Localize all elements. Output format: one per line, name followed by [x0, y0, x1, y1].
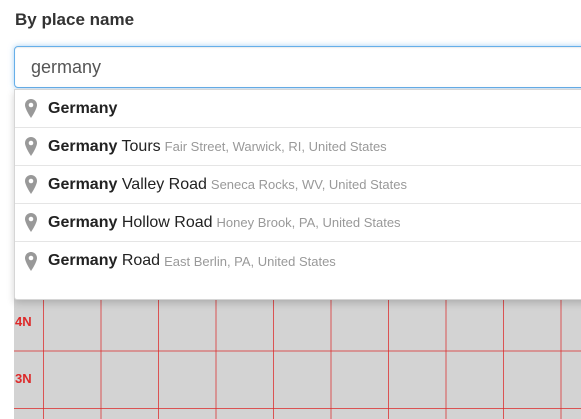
suggestion-detail: Seneca Rocks, WV, United States	[210, 177, 407, 192]
suggestion-match: Germany	[48, 213, 118, 231]
suggestion-match: Germany	[48, 99, 118, 117]
suggestion-name: Germany Valley Road	[48, 176, 207, 194]
suggestion-name: Germany Tours	[48, 138, 161, 156]
suggestion-match: Germany	[48, 137, 118, 155]
suggestion-rest: Hollow Road	[117, 213, 213, 231]
suggestion-match: Germany	[48, 175, 118, 193]
map-pin-icon	[25, 251, 37, 271]
suggestion-item[interactable]: Germany	[15, 90, 581, 128]
section-label: By place name	[15, 10, 135, 29]
suggestion-name: Germany	[48, 100, 117, 118]
grid-label-3n: 3N	[15, 371, 32, 386]
suggestion-item[interactable]: Germany Road East Berlin, PA, United Sta…	[15, 242, 581, 280]
map-area[interactable]: 4N 3N	[14, 290, 581, 419]
map-pin-icon	[25, 99, 37, 118]
suggestion-item[interactable]: Germany Hollow Road Honey Brook, PA, Uni…	[15, 204, 581, 242]
map-pin-icon	[25, 213, 37, 232]
place-search-panel: By place name 4N 3N Germany Germany Tour…	[0, 0, 581, 419]
grid-label-4n: 4N	[15, 314, 32, 329]
suggestions-dropdown: Germany Germany Tours Fair Street, Warwi…	[14, 89, 581, 300]
place-search-input[interactable]	[14, 46, 581, 88]
suggestion-rest: Road	[117, 252, 161, 269]
suggestion-rest: Valley Road	[117, 175, 207, 193]
suggestion-match: Germany	[48, 252, 118, 269]
suggestion-item[interactable]: Germany Tours Fair Street, Warwick, RI, …	[15, 128, 581, 166]
suggestion-name: Germany Hollow Road	[48, 214, 213, 232]
map-pin-icon	[25, 137, 37, 156]
suggestion-name: Germany Road	[48, 252, 160, 270]
suggestion-detail: Fair Street, Warwick, RI, United States	[164, 139, 387, 154]
suggestion-item[interactable]: Germany Valley Road Seneca Rocks, WV, Un…	[15, 166, 581, 204]
map-pin-icon	[25, 175, 37, 194]
suggestion-detail: Honey Brook, PA, United States	[216, 215, 401, 230]
suggestion-detail: East Berlin, PA, United States	[164, 253, 336, 269]
suggestion-rest: Tours	[117, 137, 161, 155]
